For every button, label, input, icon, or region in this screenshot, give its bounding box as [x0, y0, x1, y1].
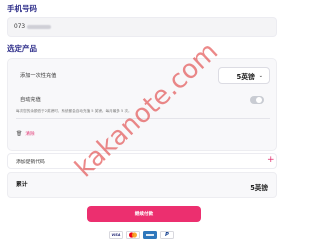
phone-field[interactable]: 073 [7, 17, 277, 37]
phone-section-title: 手机号码 [7, 4, 37, 13]
clear-button[interactable]: 🗑 清除 [16, 131, 35, 137]
clear-label: 清除 [25, 132, 35, 137]
trash-icon: 🗑 [16, 131, 23, 137]
total-value: 5英镑 [250, 184, 268, 192]
one-time-recharge-label: 添加一次性充值 [20, 73, 57, 79]
payment-methods: VISA P [109, 231, 174, 239]
product-section-title: 选定产品 [7, 44, 37, 53]
promo-code-label: 添加促销代码 [16, 160, 45, 165]
mastercard-icon [126, 231, 140, 239]
toggle-knob [256, 97, 262, 103]
amex-icon [143, 231, 157, 239]
auto-recharge-toggle[interactable] [250, 96, 264, 104]
phone-value: 073 [14, 24, 26, 30]
product-card: 添加一次性充值 5英镑 ⌄ 自动充值 每次您的余额低于2英镑时，系统都会自动充值… [7, 58, 277, 151]
phone-redacted-digits [27, 25, 52, 29]
total-card: 累计 5英镑 [7, 172, 277, 198]
auto-recharge-label: 自动充值 [20, 97, 41, 103]
auto-recharge-hint: 每次您的余额低于2英镑时，系统都会自动充值 5 英镑。每月最多 5 次。 [16, 109, 132, 113]
card-divider [16, 118, 270, 119]
total-label: 累计 [16, 182, 28, 188]
chevron-down-icon: ⌄ [258, 72, 263, 79]
amount-value: 5英镑 [236, 72, 255, 81]
amount-select[interactable]: 5英镑 ⌄ [218, 67, 270, 84]
visa-icon: VISA [109, 231, 123, 239]
plus-icon[interactable]: + [267, 155, 275, 165]
paypal-icon: P [160, 231, 174, 239]
continue-payment-button[interactable]: 继续付款 [87, 206, 201, 222]
promo-code-row[interactable]: 添加促销代码 + [7, 153, 277, 169]
